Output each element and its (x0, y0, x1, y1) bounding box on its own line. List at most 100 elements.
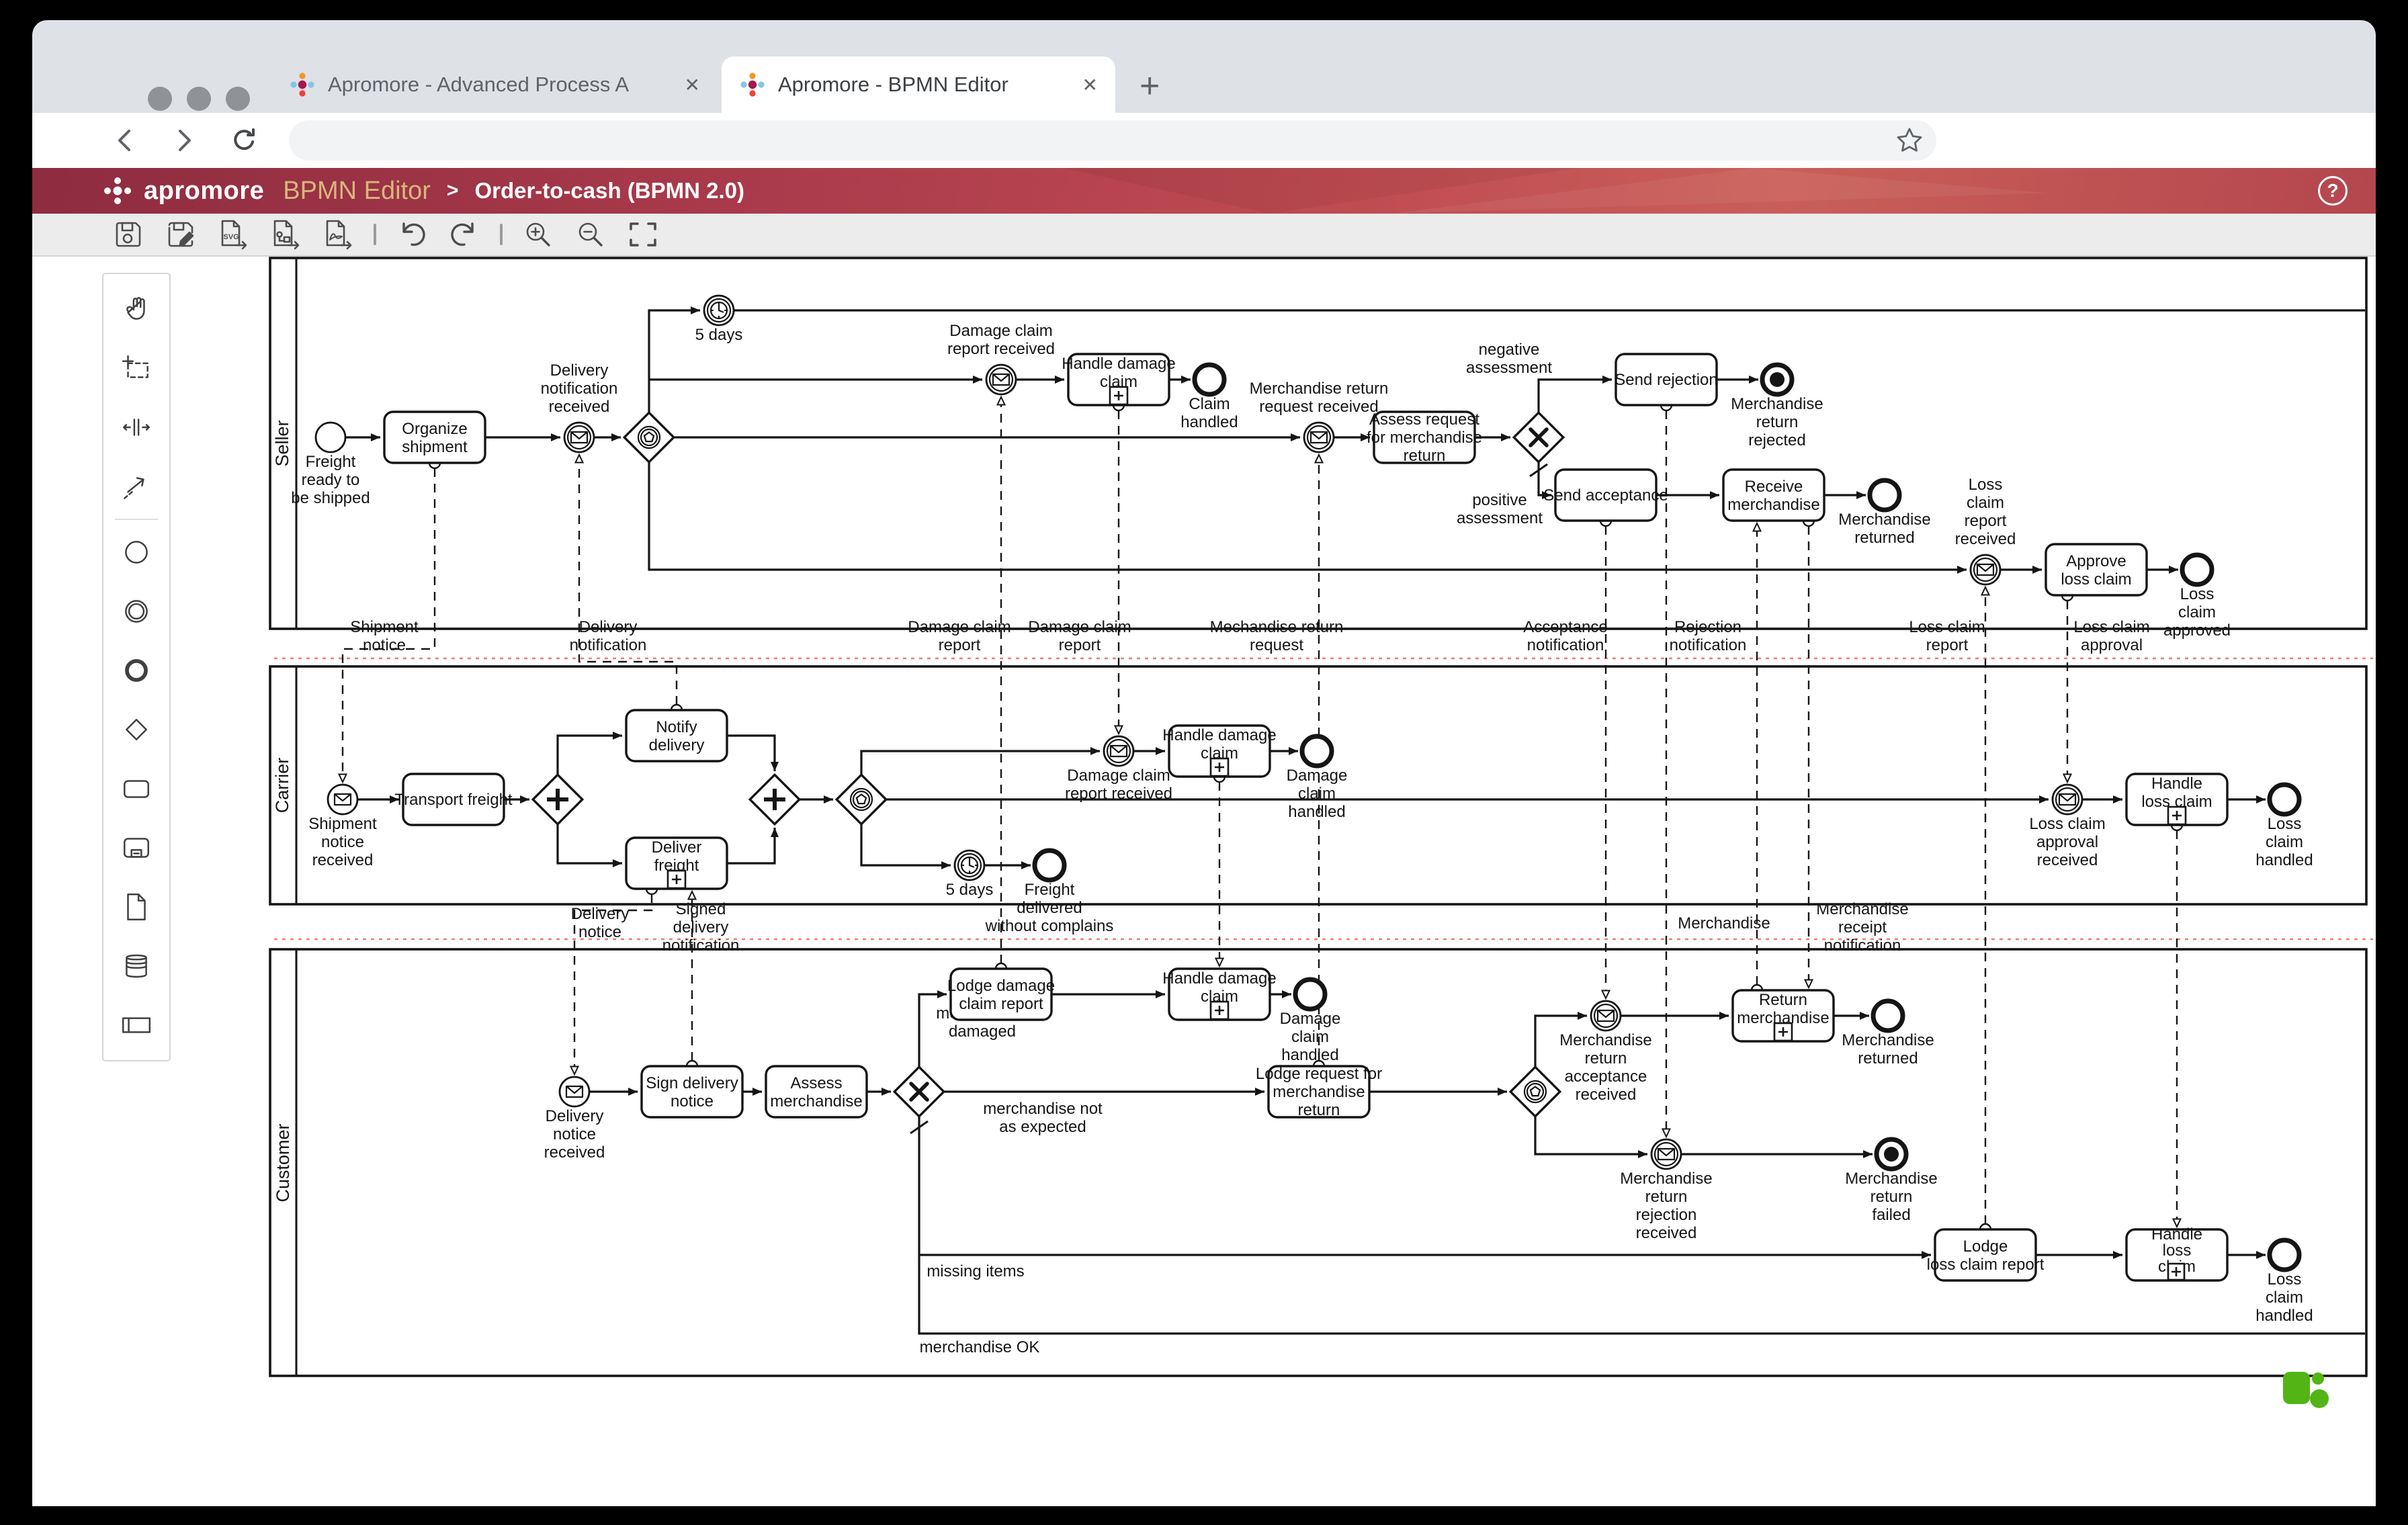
message-start-event-shipment-notice-received[interactable]: Shipment notice received (308, 783, 377, 869)
flow-eventgw-to-rejection[interactable] (1534, 1116, 1647, 1158)
parallel-gateway-split[interactable] (531, 773, 585, 826)
label-loss-claim-report[interactable]: Loss claim report (1909, 618, 1985, 654)
label-rejection-notification[interactable]: Rejection notification (1670, 618, 1747, 654)
label-merchandise-receipt-notification[interactable]: Merchandise receipt notification (1816, 900, 1908, 955)
flow-negative-to-sendrejection[interactable] (1537, 376, 1612, 413)
subprocess-handle-damage-claim-seller[interactable]: Handle damage claim (1062, 353, 1176, 406)
create-intermediate-event[interactable] (103, 582, 169, 641)
subprocess-return-merchandise[interactable]: Return merchandise (1731, 989, 1835, 1043)
label-merchandise-not-as-expected[interactable]: merchandise not as expected (983, 1100, 1103, 1136)
task-receive-merchandise[interactable]: Receive merchandise (1722, 468, 1825, 522)
task-assess-request[interactable]: Assess request for merchandise return (1367, 410, 1482, 465)
end-event-loss-claim-handled-customer[interactable]: Loss claim handled (2255, 1237, 2313, 1325)
undo-button[interactable] (395, 218, 429, 251)
label-positive-assessment[interactable]: positive assessment (1457, 491, 1543, 527)
space-tool[interactable] (103, 398, 169, 457)
flow-eventgw-to-timer[interactable] (860, 824, 951, 869)
create-end-event[interactable] (103, 641, 169, 700)
subprocess-handle-loss-claim-carrier[interactable]: Handle loss claim (2125, 773, 2229, 826)
label-loss-claim-approval[interactable]: Loss claim approval (2073, 618, 2149, 654)
parallel-gateway-join[interactable] (748, 773, 802, 826)
end-event-freight-delivered[interactable]: Freight delivered without complains (985, 848, 1114, 935)
export-bpmn-button[interactable] (269, 218, 302, 251)
task-send-acceptance[interactable]: Send acceptance (1543, 468, 1668, 522)
export-pdf-button[interactable] (321, 218, 355, 251)
end-event-merchandise-returned-seller[interactable]: Merchandise returned (1838, 478, 1931, 547)
end-event-loss-claim-approved[interactable]: Loss claim approved (2163, 552, 2231, 640)
redo-button[interactable] (447, 218, 481, 251)
message-event-delivery-notification-received[interactable]: Delivery notification received (541, 361, 618, 453)
task-approve-loss-claim[interactable]: Approve loss claim (2045, 543, 2148, 597)
create-start-event[interactable] (103, 523, 169, 582)
label-mechandise-return-request[interactable]: Mechandise return request (1210, 618, 1344, 654)
hand-tool[interactable] (103, 279, 169, 339)
timer-event-5days-seller[interactable]: 5 days (695, 294, 743, 344)
task-sign-delivery-notice[interactable]: Sign delivery notice (640, 1065, 744, 1119)
task-lodge-damage-claim-report[interactable]: Lodge damage claim report (947, 967, 1055, 1021)
window-zoom-button[interactable] (226, 87, 250, 111)
label-merchandise[interactable]: Merchandise (1678, 914, 1770, 932)
message-event-loss-claim-report-received[interactable]: Loss claim report received (1955, 476, 2016, 586)
create-participant[interactable] (103, 996, 169, 1055)
end-event-damage-claim-handled-carrier[interactable]: Damage claim handled (1287, 734, 1348, 821)
fit-viewport-button[interactable] (626, 218, 660, 251)
flow-notify-to-join[interactable] (727, 734, 779, 771)
zoom-in-button[interactable] (521, 218, 555, 251)
end-event-loss-claim-handled-carrier[interactable]: Loss claim handled (2255, 782, 2313, 869)
zoom-out-button[interactable] (574, 218, 607, 251)
task-assess-merchandise[interactable]: Assess merchandise (765, 1065, 868, 1119)
window-close-button[interactable] (148, 87, 172, 111)
new-tab-button[interactable]: + (1140, 69, 1160, 103)
tab-close-icon[interactable]: ✕ (1082, 74, 1098, 96)
export-svg-button[interactable]: SVG (216, 218, 250, 251)
task-lodge-loss-claim-report[interactable]: Lodge loss claim report (1927, 1228, 2045, 1282)
timer-event-5days-carrier[interactable]: 5 days (946, 849, 994, 899)
event-gateway-carrier[interactable] (834, 773, 888, 826)
label-acceptance-notification[interactable]: Acceptance notification (1523, 618, 1607, 654)
create-gateway[interactable] (103, 700, 169, 759)
flow-split-to-notify[interactable] (556, 732, 622, 775)
save-as-button[interactable] (164, 218, 198, 251)
flow-deliver-to-join[interactable] (727, 828, 779, 865)
end-event-merchandise-returned-customer[interactable]: Merchandise returned (1842, 998, 1934, 1068)
start-event-freight-ready[interactable]: Freight ready to be shipped (291, 421, 370, 507)
bpmn-io-logo[interactable] (2283, 1372, 2329, 1408)
end-event-damage-claim-handled-customer[interactable]: Damage claim handled (1280, 977, 1341, 1064)
label-delivery-notification[interactable]: Delivery notification (570, 618, 647, 654)
terminate-event-merch-return-failed[interactable]: Merchandise return failed (1845, 1137, 1938, 1224)
bookmark-star-icon[interactable] (1893, 124, 1926, 157)
help-button[interactable]: ? (2318, 176, 2348, 206)
diagram-canvas[interactable]: Seller Carrier Customer Freight ready to… (32, 257, 2376, 1506)
label-damage-claim-report-a[interactable]: Damage claim report (908, 618, 1010, 654)
label-missing-items[interactable]: missing items (927, 1262, 1024, 1280)
create-subprocess[interactable] (103, 818, 169, 877)
task-send-rejection[interactable]: Send rejection (1615, 353, 1718, 406)
task-organize-shipment[interactable]: Organize shipment (383, 410, 486, 464)
reload-button[interactable] (224, 121, 263, 160)
flow-gateway-to-timer[interactable] (648, 306, 700, 413)
label-negative-assessment[interactable]: negative assessment (1466, 341, 1552, 377)
message-event-loss-claim-approval-received[interactable]: Loss claim approval received (2029, 783, 2106, 869)
back-button[interactable] (106, 121, 145, 160)
tab-close-icon[interactable]: ✕ (685, 74, 700, 96)
event-gateway-customer[interactable] (1508, 1065, 1562, 1119)
event-gateway-seller[interactable] (622, 410, 676, 464)
lasso-tool[interactable] (103, 339, 169, 398)
label-delivery-notice[interactable]: Delivery notice (571, 905, 630, 941)
tab-bpmn-editor[interactable]: Apromore - BPMN Editor ✕ (722, 56, 1115, 113)
xor-gateway-assessment[interactable] (1512, 410, 1565, 464)
message-event-damage-claim-report-received-carrier[interactable]: Damage claim report received (1065, 735, 1172, 803)
subprocess-handle-damage-claim-customer[interactable]: Handle damage claim (1162, 967, 1277, 1021)
message-start-event-delivery-notice-received[interactable]: Delivery notice received (544, 1076, 605, 1162)
terminate-event-merch-return-rejected[interactable]: Merchandise return rejected (1731, 362, 1823, 449)
bpmn-diagram[interactable]: Seller Carrier Customer Freight ready to… (32, 257, 2376, 1506)
forward-button[interactable] (164, 121, 203, 160)
create-task[interactable] (103, 759, 169, 818)
flow-eventgw-to-damageclaim[interactable] (860, 747, 1100, 775)
task-transport-freight[interactable]: Transport freight (394, 773, 513, 826)
window-minimize-button[interactable] (187, 87, 211, 111)
message-event-damage-claim-report-received-seller[interactable]: Damage claim report received (947, 322, 1055, 396)
global-connect-tool[interactable] (103, 457, 169, 516)
xor-gateway-merchandise-check[interactable] (892, 1065, 946, 1119)
end-event-claim-handled[interactable]: Claim handled (1180, 362, 1238, 431)
